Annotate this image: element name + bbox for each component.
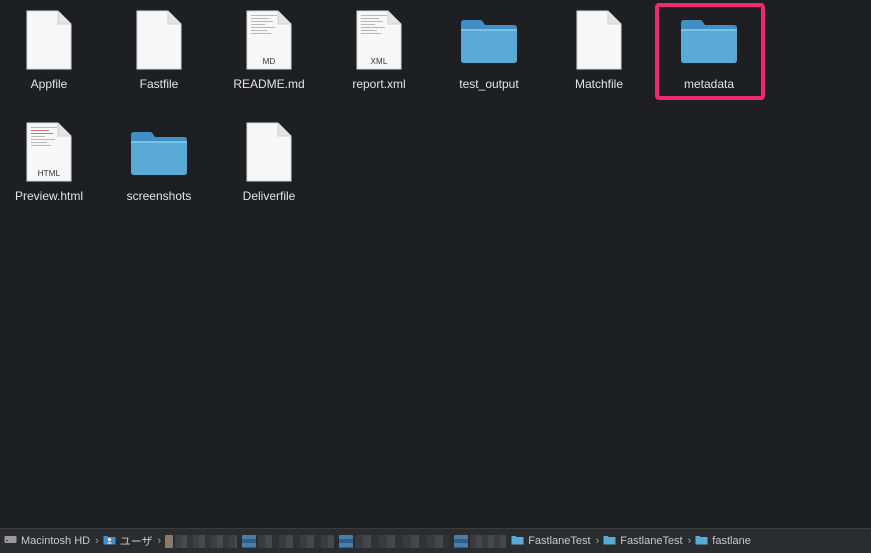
file-type-tag: XML [370,57,388,66]
folder-icon [124,116,194,182]
file-item-readme-md[interactable]: MD README.md [214,4,324,104]
folder-icon [695,534,708,548]
hard-drive-icon [4,534,17,548]
file-name-label: Matchfile [574,77,624,91]
finder-window: Appfile Fastfile MD README.md XML report.xml t… [0,0,871,553]
file-item-fastfile[interactable]: Fastfile [104,4,214,104]
users-folder-icon [103,534,116,548]
chevron-right-icon: › [157,535,162,547]
document-icon [564,4,634,70]
file-item-deliverfile[interactable]: Deliverfile [214,116,324,216]
path-item-users[interactable]: ユーザ [103,533,153,549]
file-name-label: Fastfile [139,77,179,91]
file-name-label: Deliverfile [242,189,296,203]
chevron-right-icon: › [595,535,600,547]
path-item-label: fastlane [712,535,751,547]
file-name-label: Preview.html [14,189,84,203]
path-item-fastlanetest-1[interactable]: FastlaneTest [511,534,591,548]
file-name-label: test_output [459,77,519,91]
path-item-redacted-4[interactable] [454,534,508,548]
path-item-label: FastlaneTest [528,535,591,547]
path-item-label: ユーザ [119,536,153,548]
metadata-selection-highlight [655,3,765,100]
document-icon: HTML [14,116,84,182]
file-type-tag: HTML [37,169,61,178]
document-icon [14,4,84,70]
document-icon: MD [234,4,304,70]
file-name-label: Appfile [30,77,68,91]
file-item-preview-html[interactable]: HTML Preview.html [0,116,104,216]
path-bar: Macintosh HD › ユーザ › FastlaneTest › Fast… [0,528,871,553]
file-item-appfile[interactable]: Appfile [0,4,104,104]
path-item-fastlanetest-2[interactable]: FastlaneTest [603,534,683,548]
file-item-screenshots[interactable]: screenshots [104,116,214,216]
file-type-tag: MD [262,57,276,66]
document-icon [124,4,194,70]
path-item-redacted-3[interactable] [339,534,451,548]
path-item-label: Macintosh HD [21,535,91,547]
path-item-macintosh-hd[interactable]: Macintosh HD [4,534,90,548]
folder-icon [603,534,616,548]
file-item-test-output[interactable]: test_output [434,4,544,104]
file-item-matchfile[interactable]: Matchfile [544,4,654,104]
document-icon [234,116,304,182]
file-item-report-xml[interactable]: XML report.xml [324,4,434,104]
chevron-right-icon: › [95,535,99,547]
path-item-redacted-1[interactable] [165,534,239,548]
document-icon: XML [344,4,414,70]
path-item-label: FastlaneTest [620,535,683,547]
file-name-label: screenshots [126,189,192,203]
path-item-fastlane[interactable]: fastlane [695,534,751,548]
chevron-right-icon: › [687,535,692,547]
folder-icon [511,534,524,548]
path-item-redacted-2[interactable] [242,534,336,548]
file-name-label: report.xml [352,77,406,91]
folder-icon [454,4,524,70]
file-name-label: README.md [233,77,305,91]
